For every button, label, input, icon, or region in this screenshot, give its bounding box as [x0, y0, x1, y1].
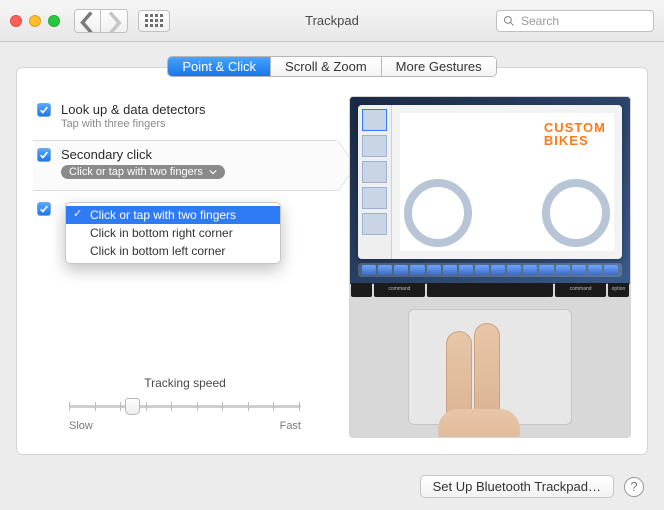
title-bar: Trackpad	[0, 0, 664, 42]
slider-knob[interactable]	[125, 398, 140, 415]
secondary-select-value: Click or tap with two fingers	[69, 166, 203, 178]
secondary-select[interactable]: Click or tap with two fingers	[61, 165, 225, 179]
secondary-click-menu[interactable]: Click or tap with two fingers Click in b…	[65, 202, 281, 264]
tab-bar: Point & Click Scroll & Zoom More Gesture…	[0, 42, 664, 77]
settings-panel: Look up & data detectors Tap with three …	[16, 67, 648, 455]
zoom-window-button[interactable]	[48, 15, 60, 27]
search-icon	[503, 15, 515, 27]
nav-buttons	[74, 9, 128, 33]
check-icon	[39, 105, 49, 115]
preview-keyboard: commandcommandoption	[350, 283, 630, 297]
third-checkbox[interactable]	[37, 202, 51, 216]
secondary-title: Secondary click	[61, 147, 225, 162]
search-field[interactable]	[496, 10, 654, 32]
footer: Set Up Bluetooth Trackpad… ?	[420, 475, 644, 498]
gesture-preview: CUSTOMBIKES commandcommandoption	[349, 96, 631, 438]
preview-window: CUSTOMBIKES	[358, 105, 622, 259]
chevron-left-icon	[75, 10, 100, 33]
options-column: Look up & data detectors Tap with three …	[33, 96, 337, 438]
menu-item-bottom-right[interactable]: Click in bottom right corner	[66, 224, 280, 242]
grid-icon	[145, 14, 163, 27]
lookup-title: Look up & data detectors	[61, 102, 206, 117]
menu-item-bottom-left[interactable]: Click in bottom left corner	[66, 242, 280, 260]
tracking-speed-label: Tracking speed	[33, 376, 337, 390]
slider-max-label: Fast	[280, 420, 301, 432]
preview-dock	[358, 263, 622, 277]
option-secondary-click: Secondary click Click or tap with two fi…	[33, 140, 337, 191]
slider-min-label: Slow	[69, 420, 93, 432]
search-input[interactable]	[521, 14, 647, 28]
tab-more-gestures[interactable]: More Gestures	[382, 57, 496, 76]
forward-button[interactable]	[101, 10, 127, 32]
option-lookup: Look up & data detectors Tap with three …	[33, 96, 337, 140]
chevron-right-icon	[101, 10, 127, 33]
show-all-button[interactable]	[138, 10, 170, 32]
help-button[interactable]: ?	[624, 477, 644, 497]
tab-point-click[interactable]: Point & Click	[168, 57, 271, 76]
tracking-speed-slider[interactable]	[69, 396, 301, 420]
chevron-down-icon	[209, 168, 217, 176]
lookup-checkbox[interactable]	[37, 103, 51, 117]
menu-item-two-fingers[interactable]: Click or tap with two fingers	[66, 206, 280, 224]
window-controls	[10, 15, 60, 27]
check-icon	[39, 204, 49, 214]
check-icon	[39, 150, 49, 160]
close-window-button[interactable]	[10, 15, 22, 27]
preview-document: CUSTOMBIKES	[400, 113, 614, 251]
back-button[interactable]	[75, 10, 101, 32]
preview-hand	[434, 323, 534, 438]
preview-thumbnails	[358, 105, 392, 259]
bluetooth-trackpad-button[interactable]: Set Up Bluetooth Trackpad…	[420, 475, 614, 498]
tab-scroll-zoom[interactable]: Scroll & Zoom	[271, 57, 382, 76]
secondary-checkbox[interactable]	[37, 148, 51, 162]
lookup-subtitle: Tap with three fingers	[61, 118, 206, 130]
minimize-window-button[interactable]	[29, 15, 41, 27]
